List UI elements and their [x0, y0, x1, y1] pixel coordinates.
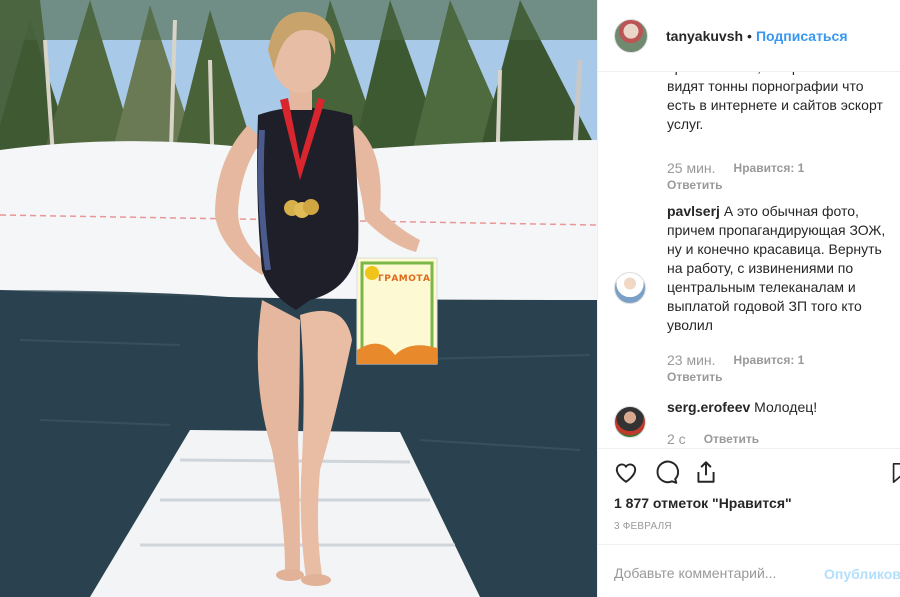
post-actions: 1 877 отметок "Нравится" 3 февраля Опубл… [598, 448, 900, 597]
comments-list[interactable]: правильность, но при этом не видят тонны… [598, 72, 900, 448]
comment-item: правильность, но при этом не видят тонны… [614, 72, 900, 192]
comment-likes[interactable]: Нравится: 1 [734, 353, 805, 367]
comment-meta: 23 мин. Нравится: 1 [667, 352, 900, 368]
publish-button[interactable]: Опубликовать [824, 566, 900, 582]
comment-time[interactable]: 2 с [667, 431, 686, 447]
comment-username[interactable]: serg.erofeev [667, 399, 750, 415]
post-photo[interactable]: ГРАМОТА [0, 0, 597, 597]
certificate-title: ГРАМОТА [378, 274, 431, 284]
reply-button[interactable]: Ответить [667, 370, 900, 384]
comment-text: serg.erofeev Молодец! [667, 399, 818, 415]
reply-button[interactable]: Ответить [704, 432, 759, 446]
commenter-avatar[interactable] [614, 272, 646, 304]
post-date[interactable]: 3 февраля [614, 521, 672, 532]
follow-button[interactable]: Подписаться [756, 28, 848, 44]
comment-item: serg.erofeev Молодец! 2 с Ответить [614, 398, 900, 447]
comment-input[interactable] [614, 565, 804, 581]
comment-time[interactable]: 23 мин. [667, 352, 716, 368]
reply-button[interactable]: Ответить [667, 178, 900, 192]
comment-text: правильность, но при этом не видят тонны… [667, 72, 883, 132]
comment-time[interactable]: 25 мин. [667, 160, 716, 176]
author-avatar[interactable] [614, 18, 648, 53]
post-side-panel: tanyakuvsh • Подписаться правильность, н… [597, 0, 900, 597]
add-comment-section: Опубликовать [598, 544, 900, 597]
share-icon[interactable] [693, 459, 719, 485]
comment-item: pavlserj А это обычная фото, причем проп… [614, 202, 900, 384]
likes-count[interactable]: 1 877 отметок "Нравится" [614, 495, 792, 511]
header-separator: • [747, 27, 752, 44]
photo-scene [0, 0, 597, 597]
post-header: tanyakuvsh • Подписаться [598, 0, 900, 72]
comment-username[interactable]: pavlserj [667, 203, 720, 219]
comment-meta: 25 мин. Нравится: 1 [667, 160, 900, 176]
commenter-avatar[interactable] [614, 406, 646, 438]
like-heart-icon[interactable] [613, 459, 639, 485]
comment-meta: 2 с Ответить [667, 431, 900, 447]
comment-bubble-icon[interactable] [653, 459, 679, 485]
comment-likes[interactable]: Нравится: 1 [734, 161, 805, 175]
author-username[interactable]: tanyakuvsh [666, 28, 743, 44]
action-icons [613, 459, 733, 485]
comment-text: pavlserj А это обычная фото, причем проп… [667, 203, 886, 333]
bookmark-icon[interactable] [889, 461, 900, 485]
